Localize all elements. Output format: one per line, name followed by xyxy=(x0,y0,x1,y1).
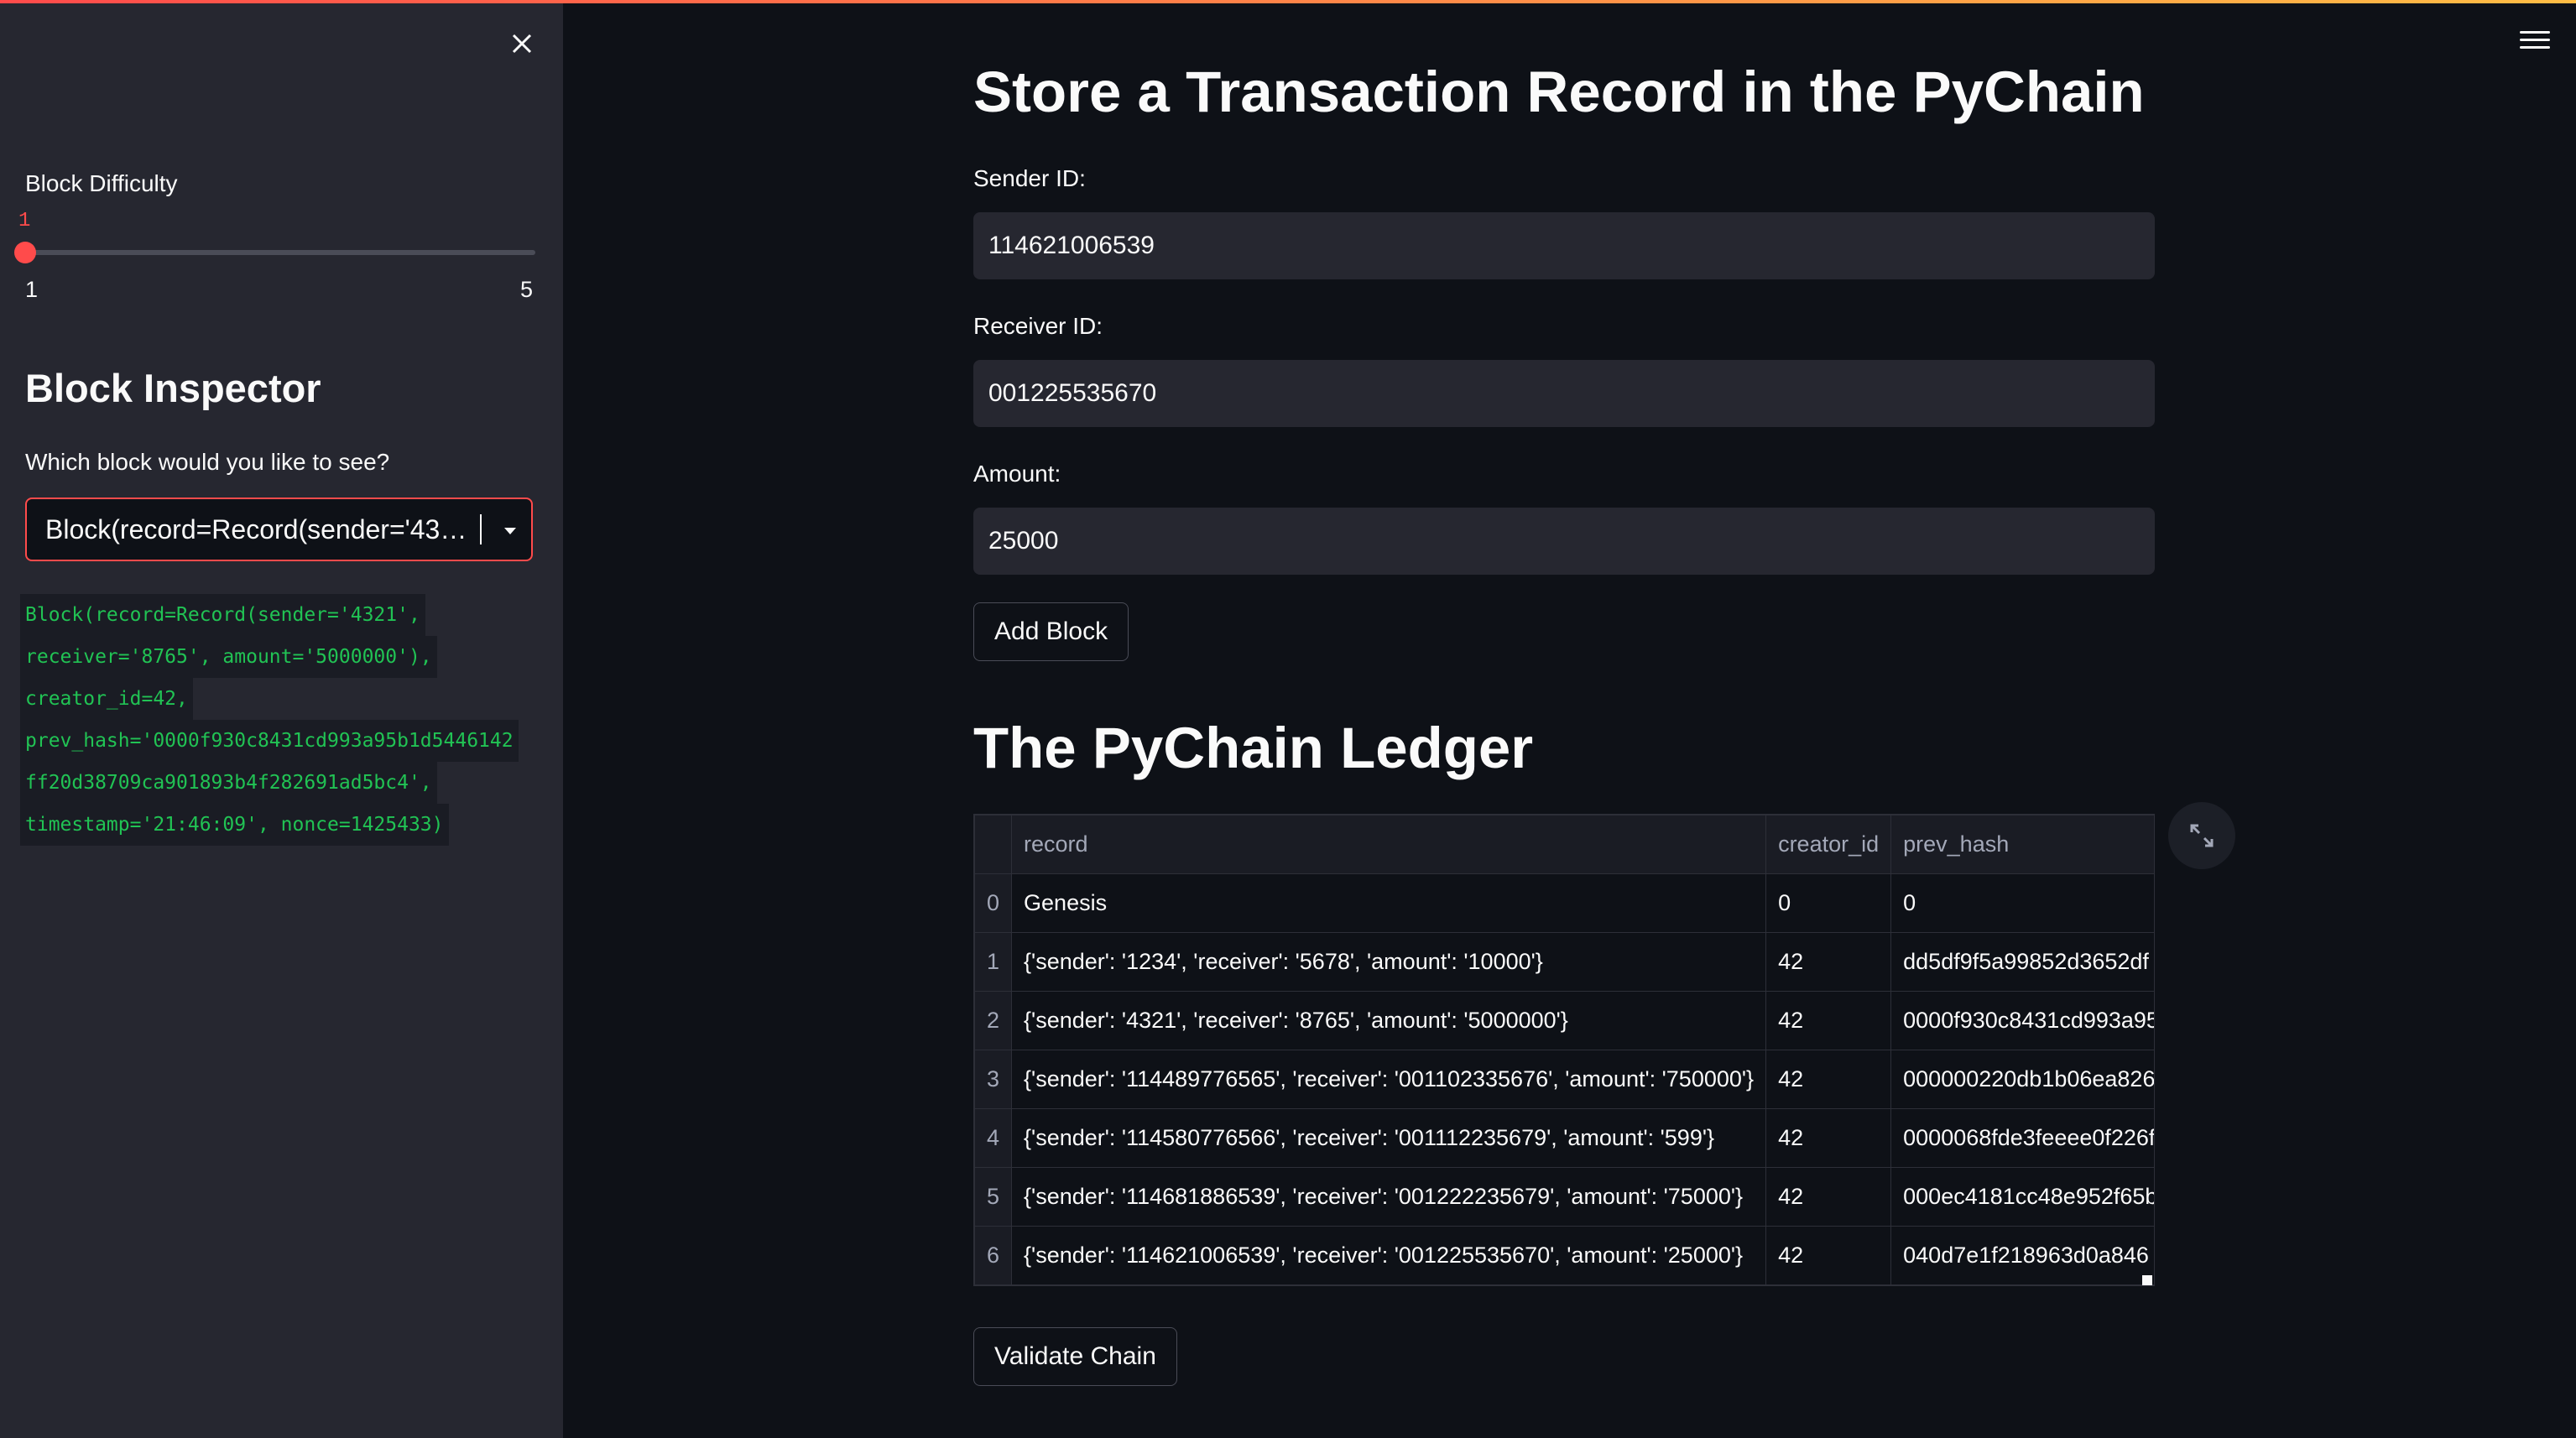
slider-label: Block Difficulty xyxy=(25,170,178,196)
fullscreen-icon xyxy=(2190,824,2214,847)
row-index: 4 xyxy=(974,1108,1013,1168)
record-cell[interactable]: {'sender': '114621006539', 'receiver': '… xyxy=(1011,1226,1767,1285)
text-caret xyxy=(480,514,482,544)
row-index: 2 xyxy=(974,991,1013,1050)
creator-id-cell[interactable]: 42 xyxy=(1765,1167,1892,1227)
slider-max-label: 5 xyxy=(520,277,534,302)
code-line: ff20d38709ca901893b4f282691ad5bc4', xyxy=(20,762,437,804)
table-row: 3 {'sender': '114489776565', 'receiver':… xyxy=(974,1050,2154,1109)
record-cell[interactable]: {'sender': '4321', 'receiver': '8765', '… xyxy=(1011,991,1767,1050)
receiver-label: Receiver ID: xyxy=(973,313,1103,339)
table-row: 6 {'sender': '114621006539', 'receiver':… xyxy=(974,1226,2154,1285)
record-cell[interactable]: {'sender': '114580776566', 'receiver': '… xyxy=(1011,1108,1767,1168)
top-decoration-bar xyxy=(0,0,2576,3)
block-select[interactable]: Block(record=Record(sender='4321',... xyxy=(25,498,533,561)
row-index: 5 xyxy=(974,1167,1013,1227)
column-header-index xyxy=(974,815,1013,874)
code-line: Block(record=Record(sender='4321', xyxy=(20,594,425,636)
select-label: Which block would you like to see? xyxy=(25,449,390,475)
column-header-record[interactable]: record xyxy=(1011,815,1767,874)
table-resize-handle[interactable] xyxy=(2142,1275,2152,1285)
chevron-down-icon[interactable] xyxy=(501,524,519,538)
prev-hash-cell[interactable]: 000ec4181cc48e952f65b xyxy=(1890,1167,2154,1227)
amount-label: Amount: xyxy=(973,461,1061,487)
row-index: 6 xyxy=(974,1226,1013,1285)
table-header-row: record creator_id prev_hash xyxy=(974,815,2154,874)
sidebar: Block Difficulty 1 1 5 Block Inspector W… xyxy=(0,0,563,1438)
slider-track[interactable] xyxy=(25,250,535,255)
sender-label: Sender ID: xyxy=(973,165,1086,191)
table-row: 0 Genesis 0 0 xyxy=(974,873,2154,933)
validate-chain-button[interactable]: Validate Chain xyxy=(973,1327,1177,1386)
add-block-button[interactable]: Add Block xyxy=(973,602,1129,661)
code-line: receiver='8765', amount='5000000'), xyxy=(20,636,437,678)
column-header-creator-id[interactable]: creator_id xyxy=(1765,815,1892,874)
code-line: timestamp='21:46:09', nonce=1425433) xyxy=(20,804,449,846)
creator-id-cell[interactable]: 42 xyxy=(1765,932,1892,992)
table-row: 2 {'sender': '4321', 'receiver': '8765',… xyxy=(974,991,2154,1050)
block-inspector-heading: Block Inspector xyxy=(25,366,321,410)
slider-thumb[interactable] xyxy=(14,242,36,263)
table-row: 5 {'sender': '114681886539', 'receiver':… xyxy=(974,1167,2154,1227)
record-cell[interactable]: {'sender': '1234', 'receiver': '5678', '… xyxy=(1011,932,1767,992)
prev-hash-cell[interactable]: dd5df9f5a99852d3652df xyxy=(1890,932,2154,992)
ledger-title: The PyChain Ledger xyxy=(973,716,1534,780)
row-index: 1 xyxy=(974,932,1013,992)
prev-hash-cell[interactable]: 0000068fde3feeee0f226f xyxy=(1890,1108,2154,1168)
record-cell[interactable]: {'sender': '114489776565', 'receiver': '… xyxy=(1011,1050,1767,1109)
column-header-prev-hash[interactable]: prev_hash xyxy=(1890,815,2154,874)
ledger-table[interactable]: record creator_id prev_hash 0 Genesis 0 … xyxy=(973,814,2155,1286)
record-cell[interactable]: {'sender': '114681886539', 'receiver': '… xyxy=(1011,1167,1767,1227)
receiver-id-input[interactable] xyxy=(973,360,2155,427)
row-index: 3 xyxy=(974,1050,1013,1109)
hamburger-icon[interactable] xyxy=(2520,31,2550,55)
prev-hash-cell[interactable]: 0000f930c8431cd993a95 xyxy=(1890,991,2154,1050)
close-icon xyxy=(512,34,532,54)
creator-id-cell[interactable]: 42 xyxy=(1765,1226,1892,1285)
prev-hash-cell[interactable]: 040d7e1f218963d0a846 xyxy=(1890,1226,2154,1285)
table-row: 4 {'sender': '114580776566', 'receiver':… xyxy=(974,1108,2154,1168)
prev-hash-cell[interactable]: 000000220db1b06ea826 xyxy=(1890,1050,2154,1109)
code-line: prev_hash='0000f930c8431cd993a95b1d54461… xyxy=(20,720,519,762)
page-title: Store a Transaction Record in the PyChai… xyxy=(973,60,2145,124)
creator-id-cell[interactable]: 0 xyxy=(1765,873,1892,933)
close-sidebar-button[interactable] xyxy=(503,25,540,62)
block-select-value: Block(record=Record(sender='4321',... xyxy=(45,514,473,544)
creator-id-cell[interactable]: 42 xyxy=(1765,1108,1892,1168)
creator-id-cell[interactable]: 42 xyxy=(1765,991,1892,1050)
sender-id-input[interactable] xyxy=(973,212,2155,279)
slider-current-value: 1 xyxy=(18,210,31,232)
slider-min-label: 1 xyxy=(25,277,39,302)
creator-id-cell[interactable]: 42 xyxy=(1765,1050,1892,1109)
table-row: 1 {'sender': '1234', 'receiver': '5678',… xyxy=(974,932,2154,992)
prev-hash-cell[interactable]: 0 xyxy=(1890,873,2154,933)
block-code-output: Block(record=Record(sender='4321', recei… xyxy=(20,594,545,846)
code-line: creator_id=42, xyxy=(20,678,193,720)
record-cell[interactable]: Genesis xyxy=(1011,873,1767,933)
row-index: 0 xyxy=(974,873,1013,933)
amount-input[interactable] xyxy=(973,508,2155,575)
fullscreen-button[interactable] xyxy=(2168,802,2235,869)
